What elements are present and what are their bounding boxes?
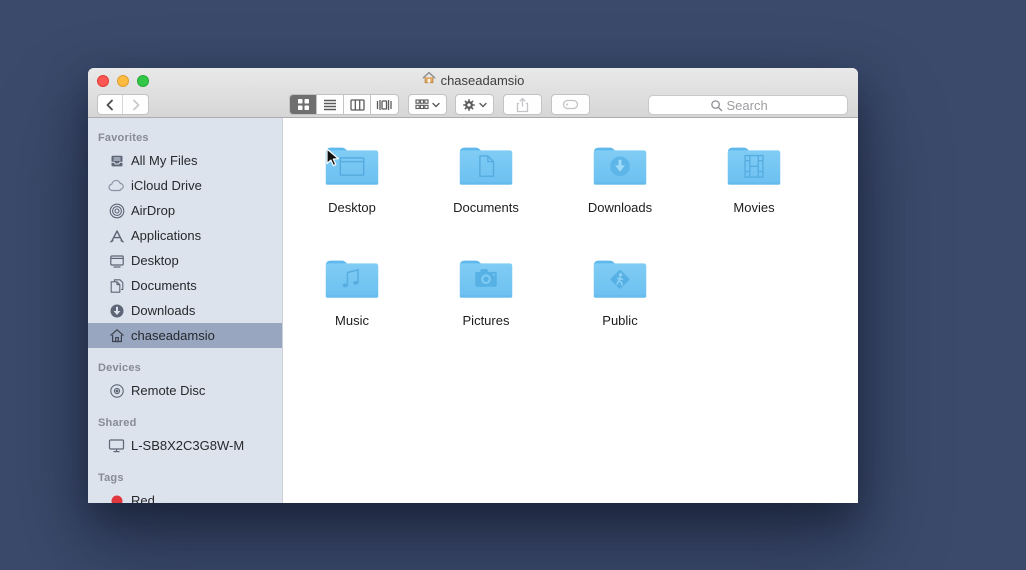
home-proxy-icon[interactable] (422, 71, 436, 89)
forward-button[interactable] (123, 95, 148, 114)
sidebar-item-remote-disc[interactable]: Remote Disc (88, 378, 282, 403)
action-menu-button[interactable] (455, 94, 494, 115)
sidebar-item-all-my-files[interactable]: All My Files (88, 148, 282, 173)
sidebar-item-label: Red (131, 493, 155, 503)
sidebar: Favorites All My Files iCloud Drive AirD… (88, 118, 283, 503)
folder-label: Pictures (462, 313, 510, 328)
share-button[interactable] (503, 94, 542, 115)
computer-icon (108, 437, 125, 454)
arrange-button[interactable] (408, 94, 447, 115)
sidebar-item-shared-computer[interactable]: L-SB8X2C3G8W-M (88, 433, 282, 458)
folder-label: Documents (453, 200, 519, 215)
folder-public[interactable]: Public (553, 253, 687, 328)
window-body: Favorites All My Files iCloud Drive AirD… (88, 118, 858, 503)
folder-label: Public (602, 313, 638, 328)
search-icon (710, 99, 722, 111)
folder-movies[interactable]: Movies (687, 140, 821, 215)
view-switcher (289, 94, 399, 115)
folder-documents[interactable]: Documents (419, 140, 553, 215)
search-field[interactable] (648, 95, 848, 115)
downloads-icon (108, 302, 125, 319)
back-button[interactable] (98, 95, 124, 114)
sidebar-item-tag-red[interactable]: Red (88, 488, 282, 503)
sidebar-item-label: iCloud Drive (131, 178, 202, 193)
sidebar-item-label: AirDrop (131, 203, 176, 218)
folder-desktop[interactable]: Desktop (285, 140, 419, 215)
sidebar-item-label: Downloads (131, 303, 196, 318)
airdrop-icon (108, 202, 125, 219)
icon-view-button[interactable] (290, 95, 317, 114)
folder-label: Movies (733, 200, 775, 215)
documents-icon (108, 277, 125, 294)
tag-button[interactable] (551, 94, 590, 115)
folder-label: Downloads (587, 200, 653, 215)
sidebar-section-shared: Shared (98, 417, 137, 429)
share-icon (516, 97, 529, 112)
folder-downloads[interactable]: Downloads (553, 140, 687, 215)
folder-icon (593, 260, 647, 298)
sidebar-section-devices: Devices (98, 362, 141, 374)
list-view-button[interactable] (317, 95, 344, 114)
sidebar-item-label: Documents (131, 278, 197, 293)
sidebar-item-label: Remote Disc (131, 383, 206, 398)
nav-buttons (97, 94, 149, 115)
folder-label: Music (335, 313, 369, 328)
sidebar-item-downloads[interactable]: Downloads (88, 298, 282, 323)
tag-icon (562, 99, 579, 110)
file-browser-content[interactable]: Desktop Documents Downloads Movies Music… (283, 118, 858, 503)
folder-icon (459, 147, 513, 185)
sidebar-section-favorites: Favorites (98, 132, 149, 144)
optical-disc-icon (108, 382, 125, 399)
titlebar[interactable]: chaseadamsio (88, 68, 858, 92)
folder-icon (593, 147, 647, 185)
sidebar-item-label: All My Files (131, 153, 198, 168)
cloud-icon (108, 177, 125, 194)
chevron-down-icon (479, 102, 487, 107)
home-icon (108, 327, 125, 344)
toolbar (88, 92, 858, 118)
sidebar-item-label: Applications (131, 228, 202, 243)
sidebar-section-tags: Tags (98, 472, 124, 484)
desktop-icon (108, 252, 125, 269)
column-view-button[interactable] (344, 95, 371, 114)
coverflow-view-button[interactable] (371, 95, 398, 114)
search-input[interactable] (726, 97, 787, 113)
sidebar-item-applications[interactable]: Applications (88, 223, 282, 248)
folder-pictures[interactable]: Pictures (419, 253, 553, 328)
sidebar-item-label: Desktop (131, 253, 179, 268)
folder-label: Desktop (328, 200, 376, 215)
sidebar-item-label: chaseadamsio (131, 328, 215, 343)
folder-icon (325, 260, 379, 298)
folder-icon (727, 147, 781, 185)
finder-window: chaseadamsio Search Favorites All My Fil… (88, 68, 858, 503)
sidebar-item-icloud-drive[interactable]: iCloud Drive (88, 173, 282, 198)
sidebar-item-home-selected[interactable]: chaseadamsio (88, 323, 282, 348)
desktop: { "window": { "title": "chaseadamsio", "… (0, 0, 1026, 570)
folder-icon (459, 260, 513, 298)
sidebar-item-desktop[interactable]: Desktop (88, 248, 282, 273)
folder-music[interactable]: Music (285, 253, 419, 328)
gear-icon (463, 98, 475, 111)
window-title: chaseadamsio (440, 72, 525, 88)
sidebar-item-airdrop[interactable]: AirDrop (88, 198, 282, 223)
applications-icon (108, 227, 125, 244)
window-chrome: chaseadamsio (88, 68, 858, 118)
chevron-down-icon (432, 102, 440, 107)
all-my-files-icon (108, 152, 125, 169)
icon-grid: Desktop Documents Downloads Movies Music… (285, 140, 821, 328)
red-tag-icon (108, 492, 125, 503)
folder-icon (325, 147, 379, 185)
sidebar-item-label: L-SB8X2C3G8W-M (131, 438, 245, 453)
sidebar-item-documents[interactable]: Documents (88, 273, 282, 298)
window-title-area: chaseadamsio (88, 68, 858, 92)
